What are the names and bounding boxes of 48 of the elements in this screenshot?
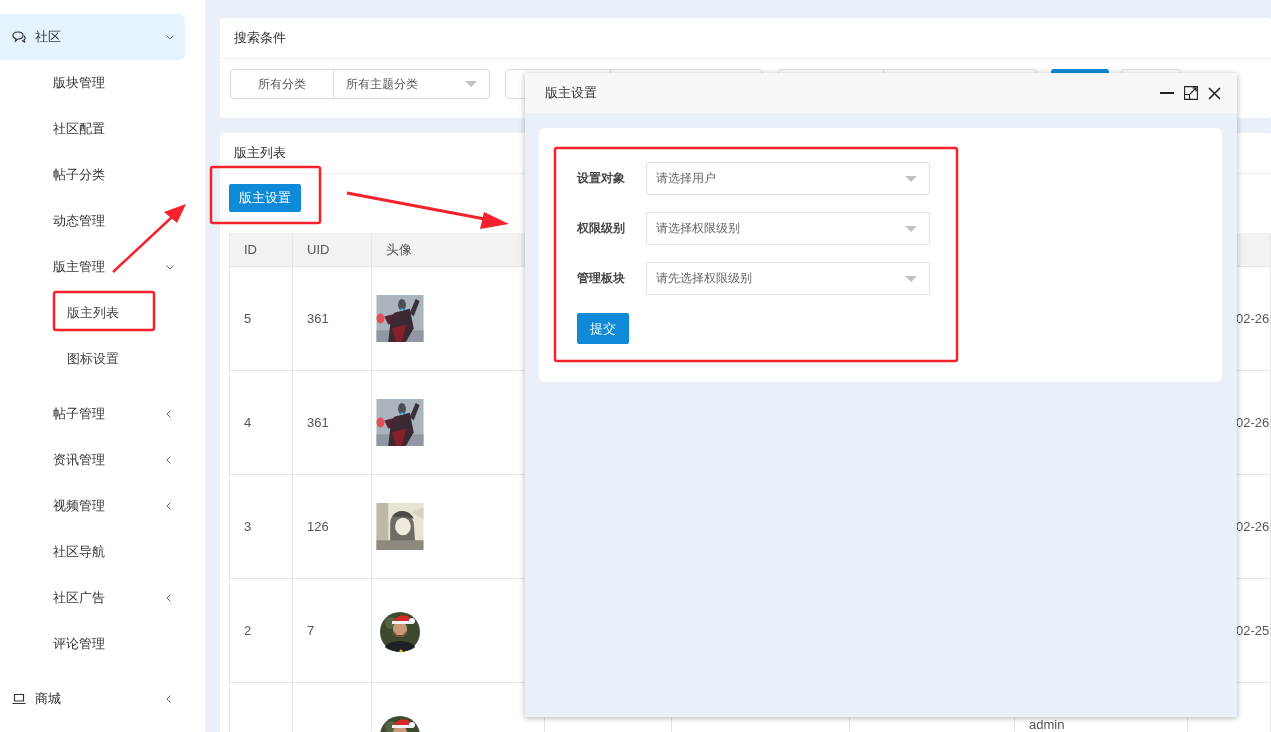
sidebar-item[interactable]: 社区广告	[0, 575, 205, 621]
chat-icon	[12, 31, 26, 43]
sidebar-item[interactable]: 社区配置	[0, 106, 205, 152]
sidebar-item[interactable]: 评论管理	[0, 621, 205, 667]
sidebar-item[interactable]: 社区导航	[0, 529, 205, 575]
caret-icon	[905, 175, 917, 182]
table-cell: 5	[244, 311, 252, 326]
form-label: 权限级别	[577, 220, 626, 237]
close-icon[interactable]	[1208, 86, 1221, 100]
moderator-settings-button[interactable]: 版主设置	[229, 184, 301, 212]
select-field[interactable]: 请选择用户	[646, 162, 930, 195]
table-header-cell: UID	[293, 233, 372, 267]
table-cell: 02-26	[1236, 519, 1270, 534]
table-cell: 2	[244, 623, 252, 638]
panel-title: 搜索条件	[234, 29, 286, 47]
table-cell: 02-25	[1236, 623, 1270, 638]
table-cell: 4	[244, 415, 252, 430]
sidebar-item[interactable]: 版块管理	[0, 60, 205, 106]
sidebar-item[interactable]: 资讯管理	[0, 437, 205, 483]
sidebar-item[interactable]: 版主管理	[0, 244, 205, 290]
table-cell: admin	[1029, 717, 1065, 732]
panel-title: 版主列表	[234, 144, 286, 162]
table-cell: 361	[307, 311, 329, 326]
caret-icon	[905, 275, 917, 282]
sidebar-item[interactable]: 动态管理	[0, 198, 205, 244]
sidebar-item[interactable]: 帖子管理	[0, 391, 205, 437]
submit-button[interactable]: 提交	[577, 313, 629, 344]
table-cell: 126	[307, 519, 329, 534]
table-header-cell: ID	[230, 233, 293, 267]
table-cell: 361	[307, 415, 329, 430]
form-label: 管理板块	[577, 270, 626, 287]
table-cell: 02-26	[1236, 311, 1270, 326]
table-cell: 3	[244, 519, 252, 534]
select-field[interactable]: 请选择权限级别	[646, 212, 930, 245]
laptop-icon	[12, 693, 26, 705]
sidebar-item[interactable]: 帖子分类	[0, 152, 205, 198]
sidebar-item[interactable]: 图标设置	[0, 336, 205, 382]
table-cell: 02-26	[1236, 415, 1270, 430]
select-field[interactable]: 请先选择权限级别	[646, 262, 930, 295]
sidebar-item[interactable]: 视频管理	[0, 483, 205, 529]
caret-icon	[905, 225, 917, 232]
table-cell: 7	[307, 623, 315, 638]
sidebar-item[interactable]: 版主列表	[0, 290, 205, 336]
maximize-icon[interactable]	[1184, 86, 1198, 100]
form-label: 设置对象	[577, 170, 626, 187]
sidebar-item[interactable]: 商城	[0, 676, 185, 722]
sidebar-item[interactable]: 社区	[0, 14, 185, 60]
dialog-title: 版主设置	[545, 84, 597, 102]
